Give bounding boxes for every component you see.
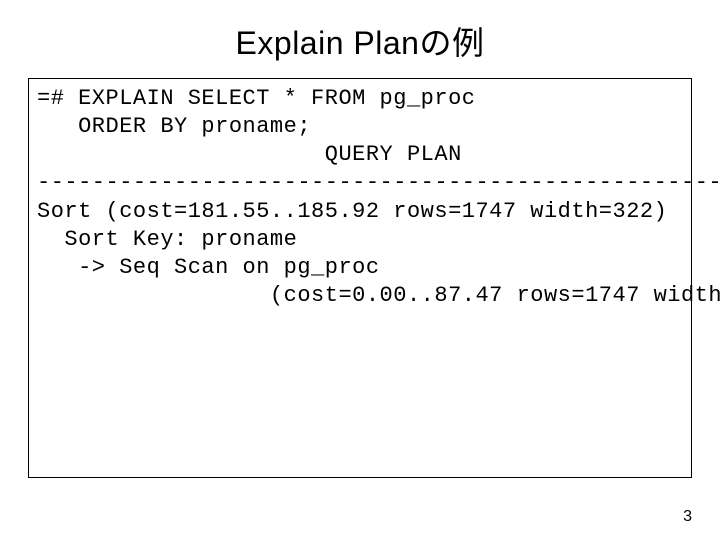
- code-line-4: ----------------------------------------…: [37, 169, 683, 197]
- code-line-2: ORDER BY proname;: [37, 113, 683, 141]
- slide-title: Explain Planの例: [0, 0, 720, 78]
- code-line-7: -> Seq Scan on pg_proc: [37, 254, 683, 282]
- code-line-8: (cost=0.00..87.47 rows=1747 width=322): [37, 282, 683, 310]
- code-line-6: Sort Key: proname: [37, 226, 683, 254]
- slide: Explain Planの例 =# EXPLAIN SELECT * FROM …: [0, 0, 720, 540]
- code-block: =# EXPLAIN SELECT * FROM pg_proc ORDER B…: [28, 78, 692, 478]
- code-line-3: QUERY PLAN: [37, 141, 683, 169]
- code-line-1: =# EXPLAIN SELECT * FROM pg_proc: [37, 85, 683, 113]
- code-line-5: Sort (cost=181.55..185.92 rows=1747 widt…: [37, 198, 683, 226]
- page-number: 3: [683, 508, 692, 526]
